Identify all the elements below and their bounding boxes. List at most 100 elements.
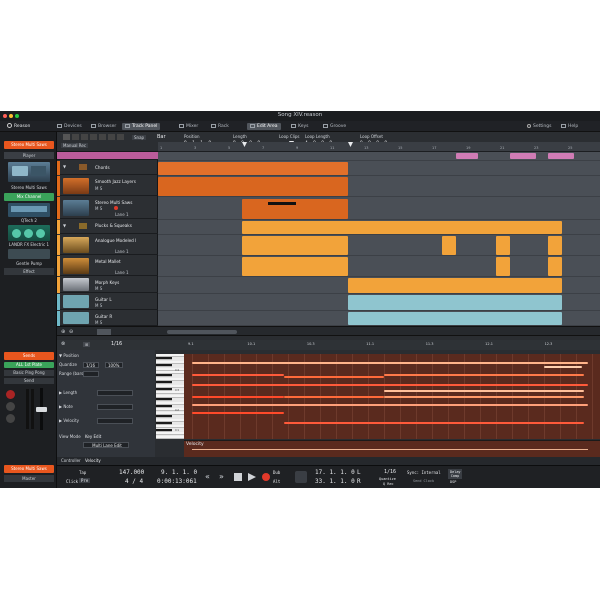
rewind-icon[interactable]: «: [205, 473, 213, 481]
grid-value[interactable]: 1/16: [111, 341, 122, 347]
settings-button[interactable]: Settings: [524, 123, 554, 130]
clip-guitar-r[interactable]: [348, 312, 562, 325]
note[interactable]: [192, 412, 284, 414]
hand-tool-icon[interactable]: [117, 134, 124, 140]
loop-toggle-icon[interactable]: [295, 471, 307, 483]
velocity-lane[interactable]: Velocity: [184, 440, 600, 457]
note[interactable]: [192, 404, 588, 406]
track-morph-keys[interactable]: Morph Keys M S: [57, 277, 158, 293]
track-pink-top[interactable]: [57, 152, 158, 160]
length-value[interactable]: [97, 390, 133, 396]
velocity-value[interactable]: [97, 418, 133, 424]
clip[interactable]: [510, 153, 536, 159]
send-button[interactable]: Send: [4, 378, 54, 384]
transport-quantize-value[interactable]: 1/16: [384, 469, 396, 475]
magnify-tool-icon[interactable]: [108, 134, 115, 140]
track-mute-solo[interactable]: M S: [95, 286, 102, 291]
alt-button[interactable]: Alt: [273, 479, 280, 484]
clip-smooth-jazz[interactable]: [158, 177, 348, 196]
manual-rec-button[interactable]: Manual Rec: [61, 143, 89, 148]
master-button[interactable]: Master: [4, 475, 54, 482]
clip-analogue-2[interactable]: [442, 236, 456, 255]
note-value[interactable]: [97, 404, 133, 410]
stop-icon[interactable]: [234, 473, 242, 481]
arrangement-ruler[interactable]: 1 3 5 7 9 11 13 15 17 19 21 23 25: [158, 142, 600, 152]
bottom-device-name[interactable]: Stereo Multi Saws: [4, 465, 54, 473]
track-guitar-l[interactable]: Guitar L M S: [57, 294, 158, 310]
song-position[interactable]: 9. 1. 1. 0: [161, 469, 197, 476]
device-header-stereo-multi-saws[interactable]: Stereo Multi Saws: [4, 141, 54, 149]
folder-expand-icon[interactable]: ▼: [63, 223, 66, 228]
mixer-button[interactable]: Mixer: [176, 123, 201, 130]
note[interactable]: [192, 396, 284, 398]
track-chords[interactable]: ▼ Chords: [57, 161, 158, 175]
width-knob[interactable]: [6, 402, 15, 411]
select-tool-icon[interactable]: [63, 134, 70, 140]
controller-select[interactable]: Velocity: [85, 458, 101, 463]
zoom-in-icon[interactable]: ⊕: [61, 329, 65, 335]
clip-analogue-3[interactable]: [496, 236, 510, 255]
aux-knob[interactable]: [6, 414, 15, 423]
send-plate[interactable]: ALL 1st Plate: [4, 362, 54, 368]
loop-right-marker[interactable]: [348, 142, 353, 147]
track-guitar-r[interactable]: Guitar R M S: [57, 311, 158, 326]
rack-button[interactable]: Rack: [208, 123, 232, 130]
gentle-pump-thumbnail[interactable]: [8, 249, 50, 259]
track-mute-solo[interactable]: M S: [95, 303, 102, 308]
clip[interactable]: [456, 153, 478, 159]
note[interactable]: [284, 376, 384, 378]
track-stereo-multi-saws[interactable]: Stereo Multi Saws M S Lane 1: [57, 197, 158, 219]
track-panel-button[interactable]: Track Panel: [122, 123, 161, 130]
mix-channel-header[interactable]: Mix Channel: [4, 193, 54, 201]
effect-button[interactable]: Effect: [4, 268, 54, 275]
snap-value[interactable]: Bar: [157, 134, 166, 140]
tap-button[interactable]: Tap: [79, 470, 86, 475]
snap-toggle[interactable]: Snap: [132, 135, 147, 140]
note[interactable]: [384, 396, 584, 398]
pencil-tool-icon[interactable]: [72, 134, 79, 140]
range-value[interactable]: [83, 371, 99, 377]
position-section[interactable]: ▼ Position: [59, 352, 153, 360]
note[interactable]: [284, 396, 384, 398]
mute-tool-icon[interactable]: [99, 134, 106, 140]
sync-mode[interactable]: Sync: Internal: [407, 470, 441, 475]
view-mode-select[interactable]: Key Edit: [83, 434, 129, 440]
landr-fx-thumbnail[interactable]: [8, 225, 50, 241]
send-clock-button[interactable]: Send Clock: [413, 479, 434, 483]
browser-button[interactable]: Browser: [88, 123, 119, 130]
clip-metal-mallet-3[interactable]: [548, 257, 562, 276]
track-metal-mallet[interactable]: Metal Mallet Lane 1: [57, 256, 158, 276]
clip-morph-keys[interactable]: [348, 278, 562, 293]
clip-analogue-4[interactable]: [548, 236, 562, 255]
devices-button[interactable]: Devices: [54, 123, 85, 130]
track-smooth-jazz[interactable]: Smooth Jazz Layers M S: [57, 176, 158, 196]
loop-start[interactable]: 17. 1. 1. 0: [315, 469, 355, 476]
note[interactable]: [544, 366, 582, 368]
follow-button[interactable]: [97, 329, 111, 335]
note[interactable]: [192, 384, 588, 386]
horizontal-scrollbar[interactable]: [167, 330, 237, 334]
white-key[interactable]: [156, 435, 184, 439]
close-editor-icon[interactable]: ⊗: [61, 341, 65, 347]
grid-mode-button[interactable]: ⊞: [83, 342, 91, 347]
arrangement-area[interactable]: [158, 152, 600, 326]
play-icon[interactable]: [248, 473, 256, 481]
track-mute-solo[interactable]: M S: [95, 206, 102, 211]
dub-button[interactable]: Dub: [273, 470, 280, 475]
pre-button[interactable]: Pre: [79, 478, 91, 483]
player-button[interactable]: Player: [4, 152, 54, 159]
multi-lane-edit-button[interactable]: Multi Lane Edit: [83, 442, 129, 448]
piano-keyboard[interactable]: C4 C3 C2 C1: [156, 354, 184, 439]
click-button[interactable]: Click: [66, 479, 78, 484]
razor-tool-icon[interactable]: [90, 134, 97, 140]
fast-forward-icon[interactable]: »: [219, 473, 227, 481]
time-signature[interactable]: 4 / 4: [125, 478, 143, 485]
record-arm-icon[interactable]: [114, 206, 118, 210]
q-rec-button[interactable]: Q Rec: [383, 482, 394, 486]
track-mute-solo[interactable]: M S: [95, 320, 102, 325]
synth-thumbnail[interactable]: [8, 162, 50, 182]
pan-knob[interactable]: [6, 390, 15, 399]
clip-metal-mallet[interactable]: [242, 257, 348, 276]
clip-plucks[interactable]: [242, 221, 562, 234]
qtech-thumbnail[interactable]: [8, 203, 50, 217]
